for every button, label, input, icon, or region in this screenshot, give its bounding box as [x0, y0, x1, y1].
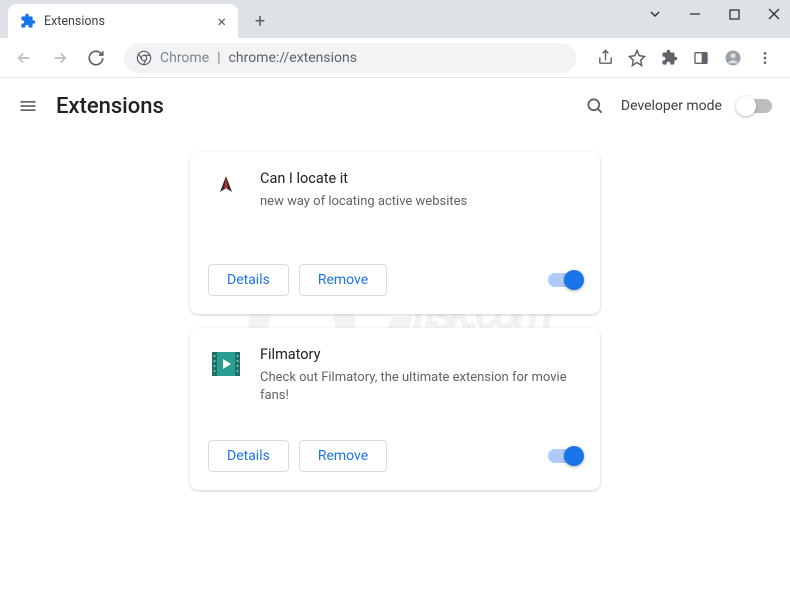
chrome-icon — [136, 50, 152, 66]
profile-icon[interactable] — [724, 49, 742, 67]
address-bar[interactable]: Chrome | chrome://extensions — [124, 43, 576, 73]
extension-icon — [208, 170, 244, 206]
extension-description: new way of locating active websites — [260, 193, 467, 211]
extension-card: Can I locate it new way of locating acti… — [190, 152, 600, 314]
hamburger-icon[interactable] — [18, 96, 38, 116]
minimize-icon[interactable] — [689, 8, 701, 20]
extension-name: Filmatory — [260, 346, 582, 363]
details-button[interactable]: Details — [208, 264, 289, 296]
bookmark-icon[interactable] — [628, 49, 646, 67]
browser-tab[interactable]: Extensions × — [8, 4, 238, 38]
omnibox-separator: | — [217, 50, 220, 66]
omnibox-url: chrome://extensions — [229, 50, 357, 66]
page-header: Extensions Developer mode — [0, 78, 790, 134]
extensions-icon[interactable] — [660, 49, 678, 67]
window-controls — [649, 8, 780, 20]
extension-description: Check out Filmatory, the ultimate extens… — [260, 369, 582, 405]
close-icon[interactable]: × — [217, 12, 226, 31]
extension-icon — [208, 346, 244, 382]
window-dropdown-icon[interactable] — [649, 8, 661, 20]
extension-card: Filmatory Check out Filmatory, the ultim… — [190, 328, 600, 490]
browser-toolbar: Chrome | chrome://extensions — [0, 38, 790, 78]
omnibox-prefix: Chrome — [160, 50, 209, 66]
back-button[interactable] — [10, 44, 38, 72]
forward-button[interactable] — [46, 44, 74, 72]
tab-title: Extensions — [44, 14, 209, 29]
reload-button[interactable] — [82, 44, 110, 72]
extensions-list: Can I locate it new way of locating acti… — [0, 134, 790, 490]
window-close-icon[interactable] — [768, 8, 780, 20]
new-tab-button[interactable]: + — [246, 7, 274, 35]
puzzle-icon — [20, 13, 36, 29]
details-button[interactable]: Details — [208, 440, 289, 472]
page-title: Extensions — [56, 94, 567, 119]
enable-toggle[interactable] — [548, 273, 582, 287]
search-icon[interactable] — [585, 96, 605, 116]
maximize-icon[interactable] — [729, 9, 740, 20]
kebab-menu-icon[interactable] — [756, 49, 774, 67]
remove-button[interactable]: Remove — [299, 440, 387, 472]
share-icon[interactable] — [596, 49, 614, 67]
remove-button[interactable]: Remove — [299, 264, 387, 296]
developer-mode-label: Developer mode — [621, 98, 722, 114]
tab-strip: Extensions × + — [0, 0, 790, 38]
enable-toggle[interactable] — [548, 449, 582, 463]
developer-mode-toggle[interactable] — [738, 99, 772, 113]
sidepanel-icon[interactable] — [692, 49, 710, 67]
extension-name: Can I locate it — [260, 170, 467, 187]
